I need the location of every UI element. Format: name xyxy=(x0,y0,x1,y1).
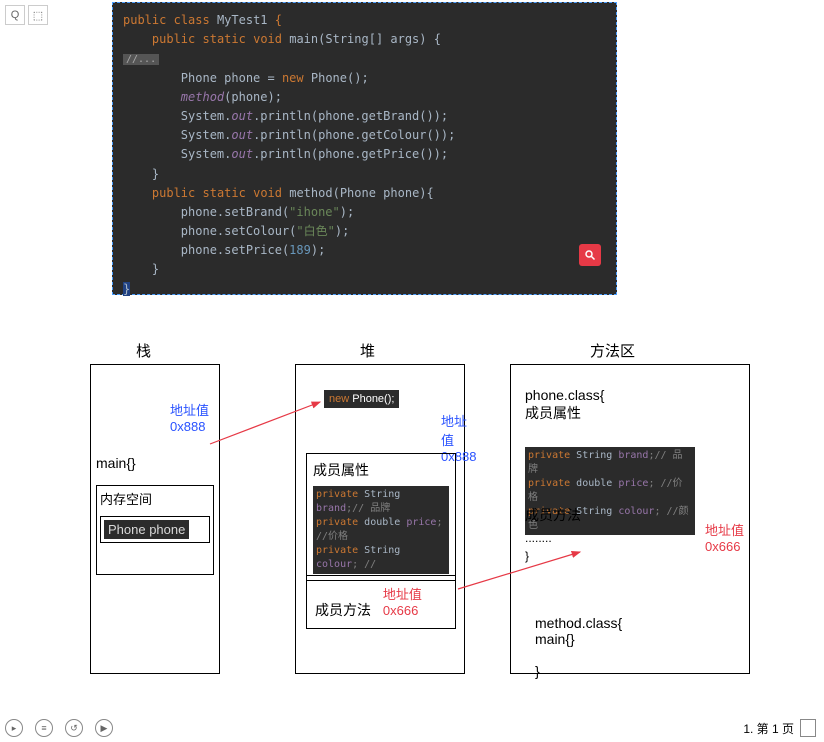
member-attr-box: 成员属性 private String brand;// 品牌 private … xyxy=(306,453,456,581)
class-name: MyTest1 xyxy=(217,13,268,27)
code: .println(phone.getBrand()); xyxy=(253,109,448,123)
out: out xyxy=(231,109,253,123)
methodarea-address-red: 地址值0x666 xyxy=(705,520,744,554)
list-icon[interactable]: ≡ xyxy=(35,719,53,737)
brace-selected: } xyxy=(123,282,130,296)
code: System. xyxy=(123,128,231,142)
params: (Phone phone){ xyxy=(333,186,434,200)
code: Phone phone = xyxy=(123,71,282,85)
main-frame-label: main{} xyxy=(96,455,136,471)
code: ); xyxy=(311,243,325,257)
phone-variable: Phone phone xyxy=(104,520,189,539)
kw-new: new xyxy=(282,71,304,85)
kw: static xyxy=(203,186,246,200)
memory-space-box: 内存空间 Phone phone xyxy=(96,485,214,575)
stack-address: 地址值0x888 xyxy=(170,400,209,434)
phone-variable-box: Phone phone xyxy=(100,516,210,543)
play-icon[interactable]: ▶ xyxy=(95,719,113,737)
code: .println(phone.getPrice()); xyxy=(253,147,448,161)
fold-marker[interactable]: //... xyxy=(123,54,159,65)
code: System. xyxy=(123,147,231,161)
code: .println(phone.getColour()); xyxy=(253,128,455,142)
page-icon[interactable] xyxy=(800,719,816,737)
page-indicator: 1. 第 1 页 xyxy=(743,719,816,737)
kw: public xyxy=(152,32,195,46)
tool-button-1[interactable]: Q xyxy=(5,5,25,25)
brace: { xyxy=(275,13,282,27)
params: (String[] args) { xyxy=(318,32,441,46)
string: "ihone" xyxy=(289,205,340,219)
mem-space-label: 内存空间 xyxy=(100,492,152,507)
methodarea-method-label: 成员方法 xyxy=(525,505,581,525)
bottom-toolbar: ▸ ≡ ↺ ▶ xyxy=(5,719,113,737)
kw: void xyxy=(253,32,282,46)
method-class-decl: method.class{ main{} } xyxy=(535,615,622,679)
method-address-red: 地址值0x666 xyxy=(383,584,422,618)
attr-fields: private String brand;// 品牌 private doubl… xyxy=(313,486,449,574)
method-call: method xyxy=(123,90,224,104)
method-name: method xyxy=(289,186,332,200)
history-icon[interactable]: ↺ xyxy=(65,719,83,737)
tool-button-2[interactable]: ⬚ xyxy=(28,5,48,25)
code: System. xyxy=(123,109,231,123)
kw-public: public xyxy=(123,13,166,27)
kw: static xyxy=(203,32,246,46)
new-phone-instance: new Phone(); xyxy=(324,390,399,408)
out: out xyxy=(231,128,253,142)
code: phone.setColour( xyxy=(123,224,296,238)
code: (phone); xyxy=(224,90,282,104)
code: phone.setPrice( xyxy=(123,243,289,257)
video-icon[interactable]: ▸ xyxy=(5,719,23,737)
member-method-box: 成员方法 地址值0x666 xyxy=(306,575,456,629)
phone-class-decl: phone.class{ 成员属性 xyxy=(525,387,604,423)
brace: } xyxy=(123,165,606,184)
code: ); xyxy=(340,205,354,219)
number: 189 xyxy=(289,243,311,257)
search-icon[interactable] xyxy=(579,244,601,266)
member-method-label: 成员方法 xyxy=(315,602,371,618)
code-editor[interactable]: public class MyTest1 { public static voi… xyxy=(112,2,617,295)
brace: } xyxy=(123,260,606,279)
out: out xyxy=(231,147,253,161)
stack-title: 栈 xyxy=(136,340,151,361)
memory-diagram: 栈 main{} 内存空间 Phone phone 地址值0x888 堆 new… xyxy=(0,330,824,710)
kw: public xyxy=(152,186,195,200)
heap-title: 堆 xyxy=(360,340,375,361)
kw-class: class xyxy=(174,13,210,27)
code: Phone(); xyxy=(304,71,369,85)
code: ); xyxy=(335,224,349,238)
kw: void xyxy=(253,186,282,200)
method-name: main xyxy=(289,32,318,46)
heap-box: new Phone(); 地址值0x888 成员属性 private Strin… xyxy=(295,364,465,674)
methodarea-box: phone.class{ 成员属性 private String brand;/… xyxy=(510,364,750,674)
methodarea-title: 方法区 xyxy=(590,340,635,361)
close-brace: } xyxy=(525,549,529,563)
member-attr-title: 成员属性 xyxy=(313,460,449,480)
top-toolbar: Q ⬚ xyxy=(5,5,48,25)
dots: ........ xyxy=(525,531,552,545)
page-label: 1. 第 1 页 xyxy=(743,720,794,737)
string: "白色" xyxy=(296,224,334,238)
code: phone.setBrand( xyxy=(123,205,289,219)
